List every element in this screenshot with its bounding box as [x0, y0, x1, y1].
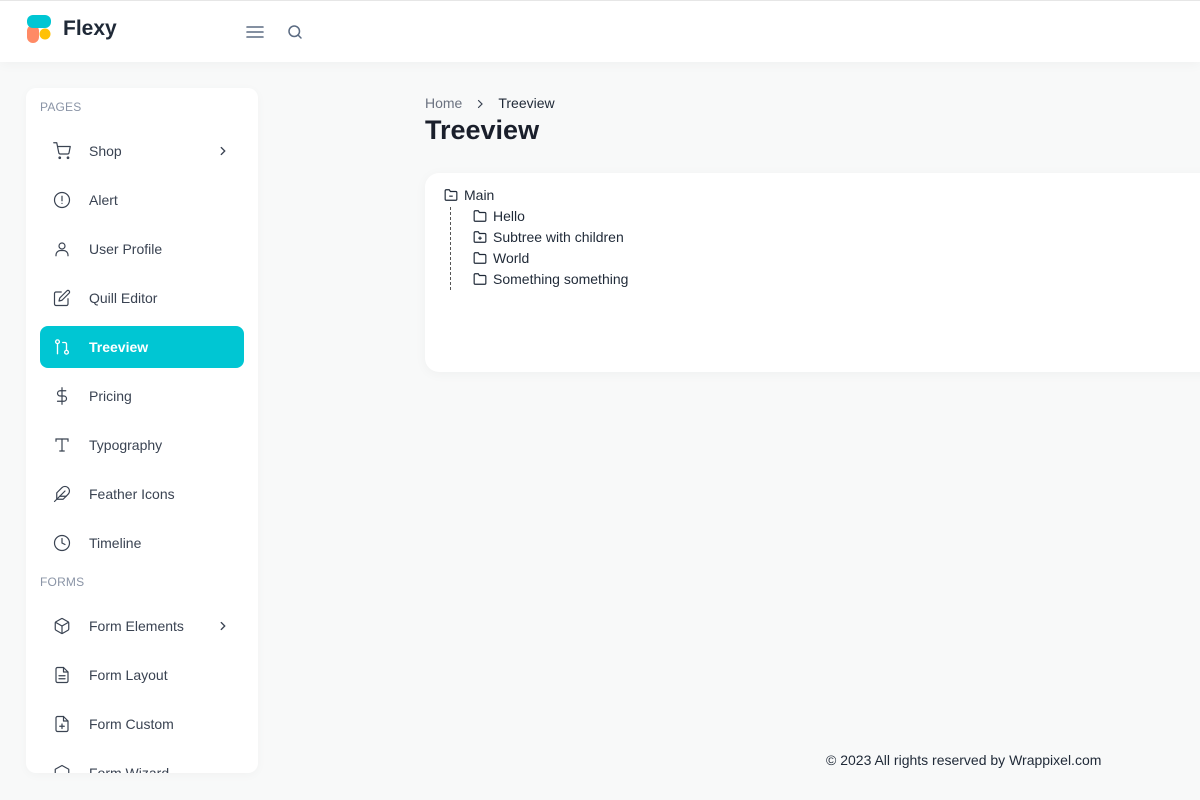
sidebar-item-label: Feather Icons	[89, 486, 175, 502]
folder-icon	[473, 251, 487, 265]
tree-node[interactable]: World	[473, 250, 529, 266]
sidebar-item-feather-icons[interactable]: Feather Icons	[40, 473, 244, 515]
tree-node-label: Main	[464, 187, 495, 203]
sidebar-section-forms: FORMS	[40, 575, 85, 589]
sidebar-item-quill-editor[interactable]: Quill Editor	[40, 277, 244, 319]
sidebar: PAGES Shop Alert User Profile Quill Edit…	[26, 88, 258, 773]
sidebar-item-label: Form Layout	[89, 667, 168, 683]
folder-plus-icon	[473, 230, 487, 244]
sidebar-item-label: User Profile	[89, 241, 163, 257]
sidebar-item-treeview[interactable]: Treeview	[40, 326, 244, 368]
sidebar-item-form-elements[interactable]: Form Elements	[40, 605, 244, 647]
chevron-right-icon	[216, 619, 230, 633]
tree-node-label: World	[493, 250, 530, 266]
type-icon	[53, 436, 71, 454]
user-icon	[53, 240, 71, 258]
sidebar-item-label: Pricing	[89, 388, 132, 404]
tree-node[interactable]: Subtree with children	[473, 229, 624, 245]
file-text-icon	[53, 666, 71, 684]
chevron-right-icon	[474, 97, 486, 109]
sidebar-item-label: Typography	[89, 437, 163, 453]
tree-node[interactable]: Hello	[473, 208, 525, 224]
breadcrumb-home-link[interactable]: Home	[425, 95, 462, 111]
treeview-card: Main Hello Subtree with children World S…	[425, 173, 1200, 372]
git-pull-request-icon	[53, 338, 71, 356]
sidebar-item-pricing[interactable]: Pricing	[40, 375, 244, 417]
sidebar-item-timeline[interactable]: Timeline	[40, 522, 244, 564]
sidebar-item-form-wizard[interactable]: Form Wizard	[40, 752, 244, 773]
tree-node-label: Subtree with children	[493, 229, 624, 245]
sidebar-item-label: Alert	[89, 192, 118, 208]
sidebar-item-label: Form Wizard	[89, 765, 170, 773]
sidebar-item-alert[interactable]: Alert	[40, 179, 244, 221]
sidebar-item-label: Shop	[89, 143, 122, 159]
folder-minus-icon	[444, 188, 458, 202]
sidebar-item-form-layout[interactable]: Form Layout	[40, 654, 244, 696]
tree-node-label: Hello	[493, 208, 525, 224]
folder-icon	[473, 272, 487, 286]
sidebar-item-typography[interactable]: Typography	[40, 424, 244, 466]
box-icon	[53, 617, 71, 635]
breadcrumb: Home Treeview	[425, 95, 555, 111]
sidebar-item-label: Quill Editor	[89, 290, 158, 306]
sidebar-section-pages: PAGES	[40, 100, 82, 114]
dollar-sign-icon	[53, 387, 71, 405]
page-title: Treeview	[425, 115, 540, 145]
wizard-icon	[53, 764, 71, 773]
tree-connector-line	[450, 207, 451, 290]
folder-icon	[473, 209, 487, 223]
sidebar-item-user-profile[interactable]: User Profile	[40, 228, 244, 270]
sidebar-item-label: Timeline	[89, 535, 142, 551]
tree-node[interactable]: Something something	[473, 271, 628, 287]
sidebar-item-label: Form Elements	[89, 618, 184, 634]
alert-circle-icon	[53, 191, 71, 209]
sidebar-item-label: Treeview	[89, 339, 149, 355]
breadcrumb-current: Treeview	[498, 95, 555, 111]
file-plus-icon	[53, 715, 71, 733]
tree-node-label: Something something	[493, 271, 629, 287]
clock-icon	[53, 534, 71, 552]
feather-icon	[53, 485, 71, 503]
brand-name[interactable]: Flexy	[63, 17, 117, 41]
menu-icon[interactable]	[244, 23, 266, 41]
tree-node-root[interactable]: Main	[444, 187, 494, 203]
sidebar-item-label: Form Custom	[89, 716, 174, 732]
flexy-logo[interactable]	[27, 15, 53, 45]
footer-copyright: © 2023 All rights reserved by Wrappixel.…	[826, 752, 1102, 768]
top-header: Flexy	[0, 0, 1200, 62]
chevron-right-icon	[216, 144, 230, 158]
shopping-cart-icon	[53, 142, 71, 160]
sidebar-item-form-custom[interactable]: Form Custom	[40, 703, 244, 745]
edit-icon	[53, 289, 71, 307]
search-icon[interactable]	[286, 23, 304, 41]
sidebar-item-shop[interactable]: Shop	[40, 130, 244, 172]
